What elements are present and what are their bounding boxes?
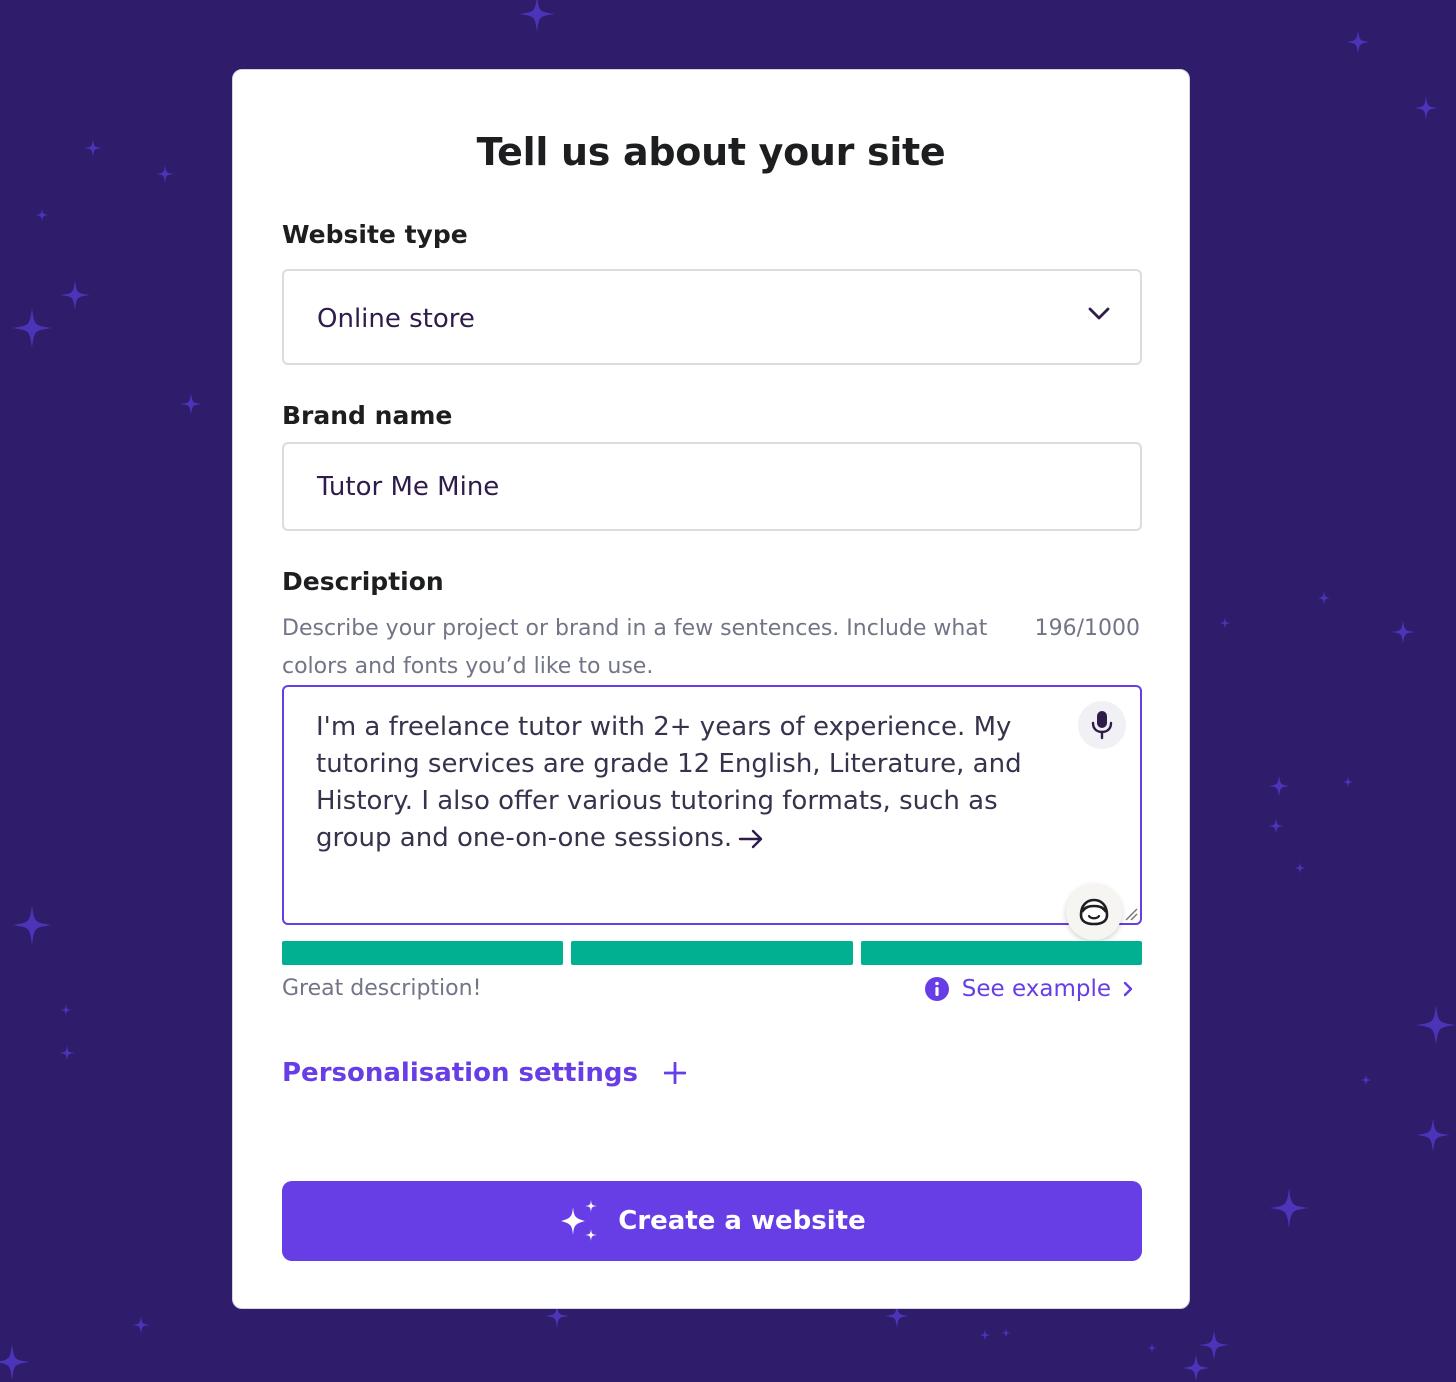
personalisation-settings-label: Personalisation settings	[282, 1058, 638, 1088]
description-textarea[interactable]: I'm a freelance tutor with 2+ years of e…	[282, 685, 1142, 925]
sparkle-icon	[1360, 1074, 1372, 1086]
sparkle-icon	[1416, 1005, 1456, 1045]
sparkle-icon	[1294, 862, 1306, 874]
character-counter: 196/1000	[1034, 616, 1140, 641]
description-quality-meter	[282, 941, 1142, 965]
brand-name-label: Brand name	[282, 401, 453, 430]
plus-icon	[664, 1062, 686, 1084]
website-type-select[interactable]: Online store	[282, 269, 1142, 365]
sparkle-icon	[35, 208, 49, 222]
page-title: Tell us about your site	[476, 130, 946, 174]
sparkle-icon	[60, 280, 90, 310]
sparkle-icon	[1182, 1354, 1210, 1382]
site-info-card: Tell us about your site Website type Onl…	[232, 69, 1190, 1309]
create-website-label: Create a website	[618, 1206, 866, 1236]
sparkle-icon	[1317, 591, 1331, 605]
sparkle-icon	[1342, 776, 1354, 788]
sparkle-icon	[59, 1045, 75, 1061]
sparkle-icon	[132, 1316, 150, 1334]
see-example-link[interactable]: See example	[924, 972, 1133, 1006]
assistant-face-icon	[1079, 898, 1109, 926]
info-icon	[924, 977, 949, 1001]
sparkle-icon	[519, 0, 555, 32]
quality-segment	[860, 941, 1142, 965]
arrow-right-icon	[738, 829, 763, 848]
chevron-down-icon	[1088, 307, 1110, 320]
sparkle-icon	[0, 1344, 30, 1380]
sparkle-icon	[1147, 1343, 1157, 1353]
sparkle-icon	[979, 1329, 991, 1341]
sparkle-icon	[84, 139, 102, 157]
sparkle-icon	[60, 1004, 72, 1016]
sparkle-icon	[1268, 775, 1290, 797]
sparkle-icon	[1199, 1330, 1229, 1360]
sparkle-icon	[1346, 30, 1370, 54]
chevron-right-icon	[1123, 981, 1133, 997]
create-website-button[interactable]: Create a website	[282, 1181, 1142, 1261]
sparkle-icon	[12, 905, 52, 945]
brand-name-value: Tutor Me Mine	[317, 472, 500, 502]
sparkle-icon	[1416, 1118, 1450, 1152]
description-hint: Describe your project or brand in a few …	[282, 616, 988, 679]
microphone-icon	[1091, 711, 1113, 740]
website-type-label: Website type	[282, 220, 468, 249]
description-text: I'm a freelance tutor with 2+ years of e…	[316, 712, 1022, 853]
ai-sparkles-icon	[561, 1200, 598, 1241]
personalisation-settings-toggle[interactable]: Personalisation settings	[282, 1058, 686, 1088]
sparkle-icon	[1414, 96, 1438, 120]
quality-segment	[282, 941, 564, 965]
quality-segment	[571, 941, 853, 965]
writing-assistant-button[interactable]	[1066, 884, 1122, 940]
sparkle-icon	[1001, 1328, 1011, 1338]
sparkle-icon	[12, 308, 52, 348]
sparkle-icon	[1268, 818, 1284, 834]
sparkle-icon	[1391, 620, 1415, 644]
description-label: Description	[282, 567, 444, 596]
website-type-value: Online store	[317, 304, 475, 334]
sparkle-icon	[180, 393, 202, 415]
see-example-label: See example	[961, 976, 1111, 1002]
voice-input-button[interactable]	[1078, 701, 1126, 749]
sparkle-icon	[156, 165, 174, 183]
sparkle-icon	[1269, 1188, 1309, 1228]
brand-name-input[interactable]: Tutor Me Mine	[282, 442, 1142, 531]
resize-handle-icon[interactable]	[1124, 907, 1138, 921]
description-status: Great description!	[282, 976, 482, 1001]
sparkle-icon	[1219, 617, 1231, 629]
